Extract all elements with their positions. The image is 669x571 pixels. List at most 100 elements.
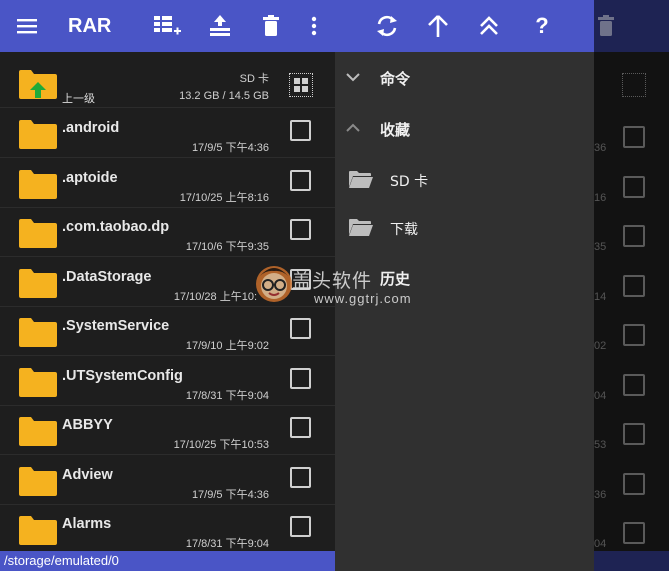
background-date: 53 (594, 439, 607, 451)
drawer-favorites[interactable]: 收藏 (335, 108, 594, 152)
file-row[interactable]: .com.taobao.dp 17/10/6 下午9:35 (0, 207, 335, 257)
select-all-checkbox[interactable] (289, 73, 313, 97)
file-name: .aptoide (62, 170, 118, 186)
file-row[interactable]: .aptoide 17/10/25 上午8:16 (0, 158, 335, 208)
background-date: 14 (594, 291, 607, 303)
background-checkbox (623, 473, 645, 495)
delete-icon-dimmed (598, 15, 614, 36)
file-row[interactable]: .android 17/9/5 下午4:36 (0, 108, 335, 158)
background-row: 35 (594, 207, 669, 256)
file-name: .DataStorage (62, 269, 152, 285)
file-date: 17/10/6 下午9:35 (185, 241, 269, 253)
watermark-mascot-icon (256, 266, 292, 302)
help-icon[interactable]: ? (530, 0, 554, 52)
file-name: .com.taobao.dp (62, 219, 170, 235)
watermark: 盖头软件 www.ggtrj.com (252, 262, 432, 312)
background-date: 04 (594, 538, 607, 550)
parent-folder-row[interactable]: 上一级 SD 卡 13.2 GB / 14.5 GB (0, 57, 335, 108)
more-vert-icon[interactable] (304, 0, 324, 52)
file-checkbox[interactable] (290, 368, 311, 389)
chevron-down-icon (346, 73, 360, 82)
file-row[interactable]: ABBYY 17/10/25 下午10:53 (0, 405, 335, 455)
file-name: .android (62, 120, 120, 136)
file-date: 17/9/5 下午4:36 (191, 489, 269, 501)
background-row: 02 (594, 306, 669, 355)
double-up-icon[interactable] (475, 0, 503, 52)
file-row[interactable]: .SystemService 17/9/10 上午9:02 (0, 306, 335, 356)
folder-icon (19, 516, 57, 545)
background-checkbox (623, 324, 645, 346)
background-date: 16 (594, 192, 607, 204)
background-row (594, 57, 669, 106)
file-name: Adview (62, 467, 113, 483)
folder-icon (19, 170, 57, 199)
folder-icon (19, 120, 57, 149)
background-checkbox (623, 374, 645, 396)
file-checkbox[interactable] (290, 219, 311, 240)
folder-icon (19, 467, 57, 496)
background-checkbox (623, 225, 645, 247)
drawer-download-label: 下载 (390, 222, 418, 238)
background-date: 04 (594, 390, 607, 402)
chevron-up-icon (346, 123, 360, 132)
folder-icon (19, 318, 57, 347)
background-date: 02 (594, 340, 607, 352)
parent-label: 上一级 (62, 93, 95, 105)
folder-open-icon (349, 171, 373, 188)
file-row[interactable]: Alarms 17/8/31 下午9:04 (0, 504, 335, 551)
drawer-sd-card[interactable]: SD 卡 (335, 157, 594, 201)
refresh-icon[interactable] (372, 0, 402, 52)
background-row: 36 (594, 455, 669, 504)
background-checkbox (623, 176, 645, 198)
select-all-icon[interactable] (150, 0, 184, 52)
file-checkbox[interactable] (290, 467, 311, 488)
background-date: 35 (594, 241, 607, 253)
file-checkbox[interactable] (290, 170, 311, 191)
folder-icon (19, 368, 57, 397)
extract-icon[interactable] (205, 0, 235, 52)
file-date: 17/10/25 上午8:16 (179, 192, 269, 204)
file-name: .UTSystemConfig (62, 368, 183, 384)
folder-icon (19, 417, 57, 446)
drawer-favorites-label: 收藏 (380, 121, 411, 139)
background-date: 36 (594, 489, 607, 501)
background-row: 14 (594, 257, 669, 306)
background-checkbox (623, 275, 645, 297)
drawer-commands[interactable]: 命令 (335, 56, 594, 100)
file-date: 17/10/28 上午10: (173, 291, 257, 303)
file-checkbox[interactable] (290, 120, 311, 141)
watermark-title: 盖头软件 (292, 270, 373, 292)
file-name: ABBYY (62, 417, 113, 433)
background-row: 04 (594, 356, 669, 405)
file-checkbox[interactable] (290, 318, 311, 339)
delete-icon[interactable] (258, 0, 284, 52)
file-date: 17/9/10 上午9:02 (185, 340, 269, 352)
background-row: 16 (594, 158, 669, 207)
status-bar-dimmed (594, 551, 669, 571)
up-icon[interactable] (424, 0, 452, 52)
file-row[interactable]: Adview 17/9/5 下午4:36 (0, 455, 335, 505)
watermark-url: www.ggtrj.com (314, 291, 412, 306)
toolbar-dimmed-region (594, 0, 669, 52)
file-date: 17/8/31 下午9:04 (185, 538, 269, 550)
drawer-download[interactable]: 下载 (335, 205, 594, 249)
file-name: .SystemService (62, 318, 170, 334)
file-date: 17/10/25 下午10:53 (173, 439, 269, 451)
file-date: 17/9/5 下午4:36 (191, 142, 269, 154)
background-row: 36 (594, 108, 669, 157)
app-title: RAR (68, 15, 112, 37)
file-row[interactable]: .UTSystemConfig 17/8/31 下午9:04 (0, 356, 335, 406)
background-checkbox (623, 126, 645, 148)
background-row: 53 (594, 405, 669, 454)
background-checkbox (623, 423, 645, 445)
background-checkbox (623, 522, 645, 544)
background-list-dimmed: 36 16 35 14 02 04 53 36 04 (594, 52, 669, 551)
file-checkbox[interactable] (290, 417, 311, 438)
menu-icon[interactable] (14, 0, 40, 52)
background-row: 04 (594, 504, 669, 551)
app-toolbar: RAR ? (0, 0, 669, 52)
path-status-bar: /storage/emulated/0 (0, 551, 335, 571)
file-checkbox[interactable] (290, 516, 311, 537)
drawer-sd-card-label: SD 卡 (390, 174, 429, 190)
drawer-bottom-fill (335, 551, 594, 571)
